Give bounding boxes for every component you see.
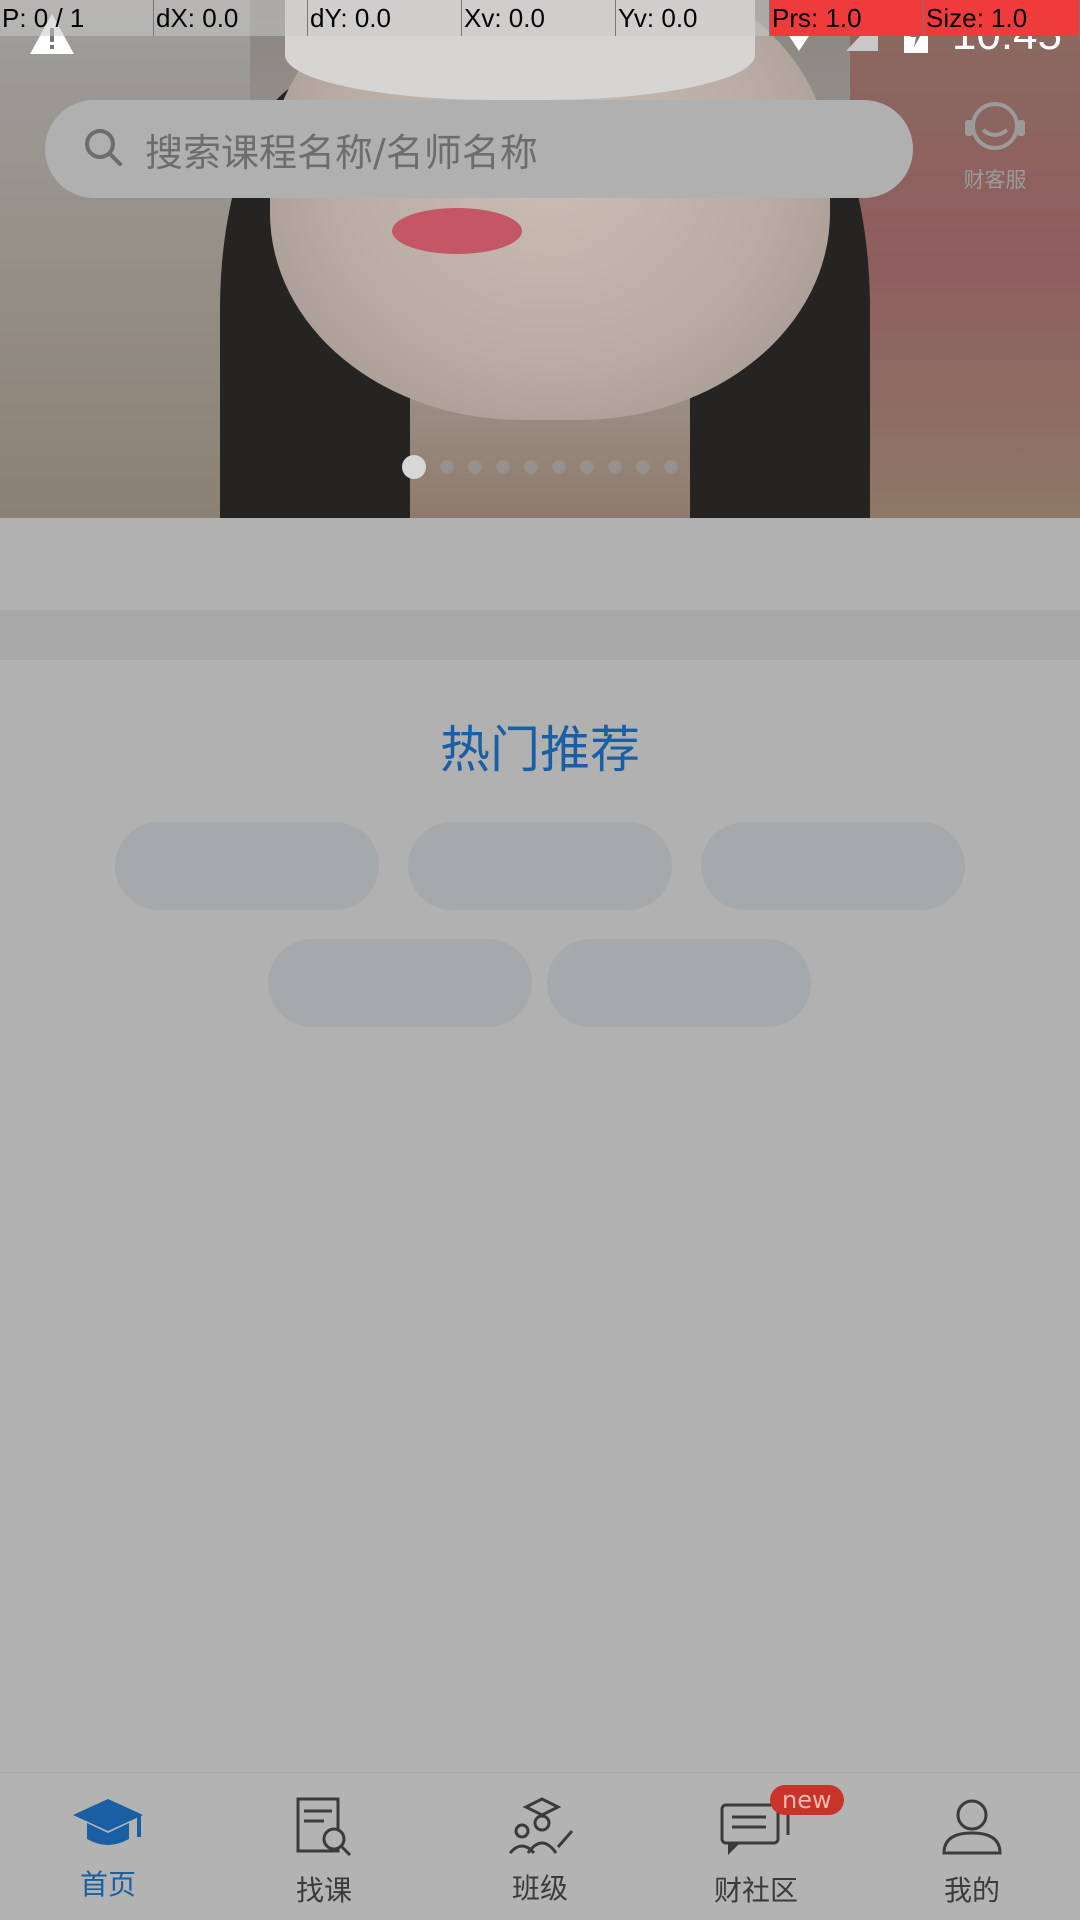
hot-tag-placeholder[interactable] — [408, 822, 672, 910]
banner-bg-left — [0, 0, 250, 518]
graduation-cap-icon — [71, 1795, 145, 1855]
find-course-icon — [294, 1795, 354, 1861]
search-input[interactable]: 搜索课程名称/名师名称 — [45, 100, 913, 198]
nav-label: 班级 — [511, 1872, 568, 1905]
carousel-dot[interactable] — [608, 460, 622, 474]
section-divider — [0, 610, 1080, 660]
carousel-dot[interactable] — [580, 460, 594, 474]
user-icon — [940, 1795, 1004, 1861]
nav-label: 我的 — [943, 1874, 1000, 1907]
carousel-dot[interactable] — [402, 455, 426, 479]
carousel-dot[interactable] — [440, 460, 454, 474]
nav-class[interactable]: 班级 — [432, 1773, 648, 1920]
hot-tag-placeholder[interactable] — [547, 939, 811, 1027]
velocity-y: Yv: 0.0 — [616, 0, 770, 36]
customer-service-button[interactable]: 财客服 — [955, 98, 1035, 194]
carousel-dot[interactable] — [552, 460, 566, 474]
banner-carousel[interactable] — [0, 0, 1080, 518]
pressure: Prs: 1.0 — [770, 0, 924, 36]
nav-label: 首页 — [79, 1868, 136, 1901]
nav-label: 财社区 — [713, 1874, 798, 1907]
hot-recommend-title: 热门推荐 — [440, 721, 640, 779]
carousel-dots — [0, 455, 1080, 479]
carousel-dot[interactable] — [636, 460, 650, 474]
velocity-x: Xv: 0.0 — [462, 0, 616, 36]
delta-y: dY: 0.0 — [308, 0, 462, 36]
search-icon — [83, 127, 123, 171]
nav-community[interactable]: new 财社区 — [648, 1773, 864, 1920]
new-badge: new — [770, 1785, 844, 1815]
nav-mine[interactable]: 我的 — [864, 1773, 1080, 1920]
nav-find-course[interactable]: 找课 — [216, 1773, 432, 1920]
carousel-dot[interactable] — [664, 460, 678, 474]
search-placeholder: 搜索课程名称/名师名称 — [145, 130, 538, 175]
carousel-dot[interactable] — [496, 460, 510, 474]
pointer-debug-overlay: P: 0 / 1 dX: 0.0 dY: 0.0 Xv: 0.0 Yv: 0.0… — [0, 0, 1080, 36]
touch-size: Size: 1.0 — [924, 0, 1080, 36]
nav-home[interactable]: 首页 — [0, 1773, 216, 1920]
banner-lips — [392, 208, 522, 254]
headset-icon — [959, 102, 1031, 158]
nav-label: 找课 — [295, 1874, 352, 1907]
delta-x: dX: 0.0 — [154, 0, 308, 36]
class-icon — [506, 1795, 574, 1859]
hot-tag-placeholder[interactable] — [115, 822, 379, 910]
hot-tag-placeholder[interactable] — [268, 939, 532, 1027]
customer-service-label: 财客服 — [963, 168, 1027, 192]
pointer-count: P: 0 / 1 — [0, 0, 154, 36]
banner-bg-right — [850, 0, 1080, 518]
bottom-nav: 首页 找课 班级 new 财社区 我的 — [0, 1772, 1080, 1920]
carousel-dot[interactable] — [468, 460, 482, 474]
carousel-dot[interactable] — [524, 460, 538, 474]
hot-tag-placeholder[interactable] — [701, 822, 965, 910]
